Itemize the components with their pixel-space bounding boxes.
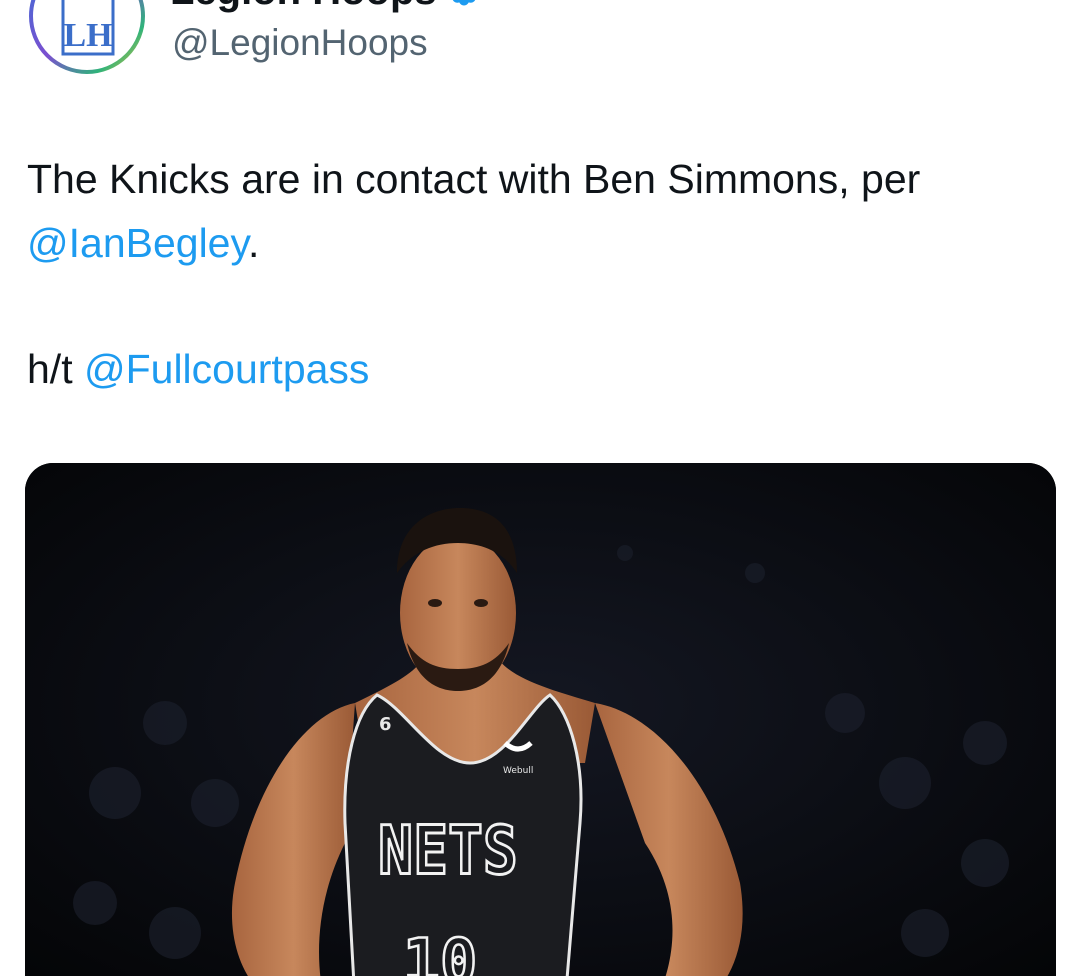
tweet-media-photo[interactable]: 6 Webull NETS 10 xyxy=(25,463,1056,976)
tweet-text-line-1: The Knicks are in contact with Ben Simmo… xyxy=(27,156,921,202)
mention-link-fullcourtpass[interactable]: @Fullcourtpass xyxy=(84,346,369,392)
tweet-header: LH Legion Hoops @LegionHoops xyxy=(0,0,1080,120)
jersey-sponsor-text: Webull xyxy=(503,766,533,776)
verified-badge-icon xyxy=(452,0,475,6)
tweet-text-period: . xyxy=(247,220,260,266)
avatar[interactable]: LH xyxy=(27,0,147,76)
jersey-number: 10 xyxy=(403,925,478,976)
mention-link-ianbegley[interactable]: @IanBegley xyxy=(27,220,248,266)
hat-tip-prefix: h/t xyxy=(27,346,84,392)
player-photo-illustration: 6 Webull NETS 10 xyxy=(25,463,1056,976)
tweet-text-line-3: h/t @Fullcourtpass xyxy=(27,338,1067,400)
jersey-wordmark: NETS xyxy=(378,812,518,890)
legion-hoops-logo-icon: LH xyxy=(29,0,145,74)
author-display-name[interactable]: Legion Hoops xyxy=(170,0,437,14)
tweet-text-line-2: @IanBegley. xyxy=(27,212,1067,274)
jersey-patch-number: 6 xyxy=(379,714,392,735)
avatar-logo-letters: LH xyxy=(63,17,112,54)
author-handle[interactable]: @LegionHoops xyxy=(172,22,428,64)
author-name-row: Legion Hoops xyxy=(170,0,481,16)
